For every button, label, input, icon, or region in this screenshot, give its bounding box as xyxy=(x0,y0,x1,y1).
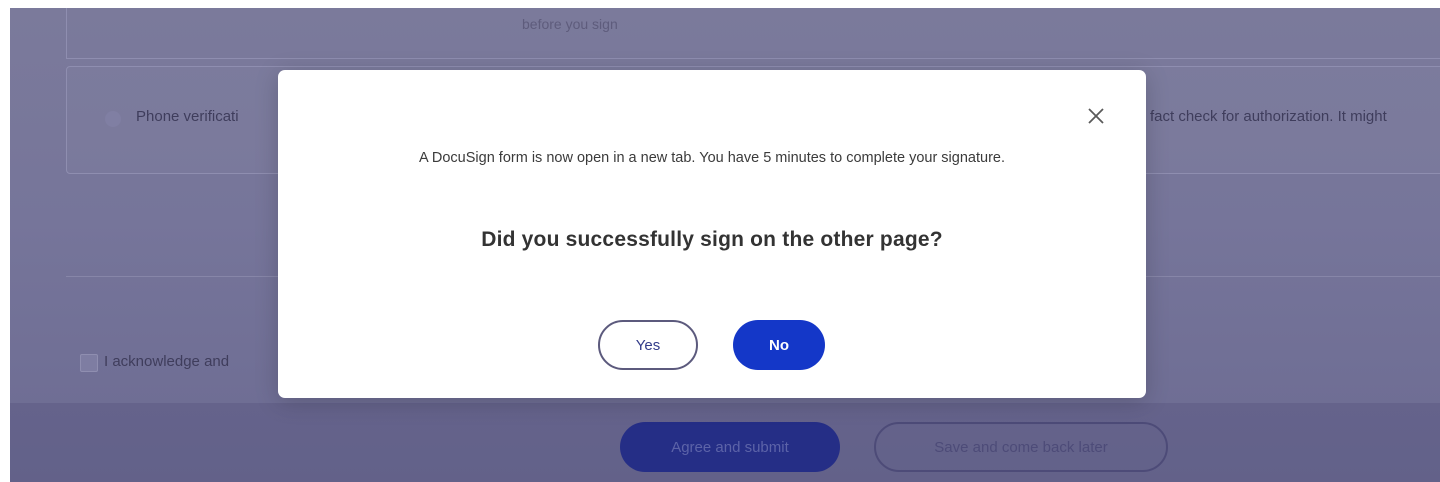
dialog-message: A DocuSign form is now open in a new tab… xyxy=(419,150,1005,166)
no-button[interactable]: No xyxy=(733,320,825,370)
acknowledge-label: I acknowledge and xyxy=(104,353,230,370)
save-and-come-back-later-button[interactable]: Save and come back later xyxy=(874,422,1168,472)
phone-verification-label: Phone verificati xyxy=(136,108,239,125)
phone-verification-radio[interactable] xyxy=(105,111,121,127)
acknowledge-checkbox[interactable] xyxy=(80,354,98,372)
close-button[interactable] xyxy=(1084,104,1108,128)
agree-and-submit-button[interactable]: Agree and submit xyxy=(620,422,840,472)
verification-option-card-top xyxy=(66,8,1440,59)
phone-verification-description: fact check for authorization. It might xyxy=(1150,108,1387,125)
screen: before you sign Phone verificati fact ch… xyxy=(0,0,1440,482)
yes-button[interactable]: Yes xyxy=(598,320,698,370)
docusign-confirmation-dialog: A DocuSign form is now open in a new tab… xyxy=(278,70,1146,398)
close-icon xyxy=(1088,108,1104,124)
dialog-question: Did you successfully sign on the other p… xyxy=(481,228,943,251)
sign-hint-text: before you sign xyxy=(522,16,618,32)
